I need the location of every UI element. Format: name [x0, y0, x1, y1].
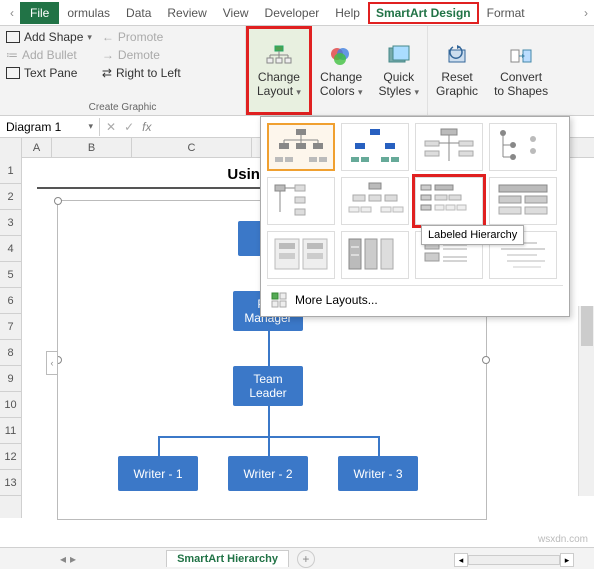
node-tl[interactable]: Team Leader: [233, 366, 303, 406]
col-B[interactable]: B: [52, 138, 132, 157]
connector: [158, 436, 160, 456]
quick-styles-button[interactable]: QuickStyles ▾: [370, 26, 427, 115]
group-create-graphic: Add Shape ▾ ≔Add Bullet Text Pane ←Promo…: [0, 26, 246, 115]
row-10[interactable]: 10: [0, 392, 21, 418]
row-5[interactable]: 5: [0, 262, 21, 288]
row-headers: 1 2 3 4 5 6 7 8 9 10 11 12 13: [0, 138, 22, 518]
ribbon: Add Shape ▾ ≔Add Bullet Text Pane ←Promo…: [0, 26, 594, 116]
layout-option-1[interactable]: [341, 123, 409, 171]
add-bullet-button: ≔Add Bullet: [6, 48, 92, 62]
tab-file[interactable]: File: [20, 2, 59, 24]
tab-format[interactable]: Format: [479, 2, 533, 24]
ribbon-tabs: ‹ File ormulas Data Review View Develope…: [0, 0, 594, 26]
sheet-tab-active[interactable]: SmartArt Hierarchy: [166, 550, 289, 567]
scroll-thumb[interactable]: [581, 306, 593, 346]
layout-option-3[interactable]: [489, 123, 557, 171]
row-1[interactable]: 1: [0, 158, 21, 184]
layout-option-8[interactable]: [267, 231, 335, 279]
rtl-icon: ⇄: [102, 66, 112, 80]
sheet-nav-left[interactable]: ◂: [60, 552, 66, 566]
node-w2[interactable]: Writer - 2: [228, 456, 308, 491]
layout-option-0[interactable]: [267, 123, 335, 171]
row-8[interactable]: 8: [0, 340, 21, 366]
row-2[interactable]: 2: [0, 184, 21, 210]
layout-option-2[interactable]: [415, 123, 483, 171]
enter-icon: ✓: [124, 120, 134, 134]
reset-graphic-button[interactable]: ResetGraphic: [428, 26, 486, 115]
layout-tooltip: Labeled Hierarchy: [421, 225, 524, 245]
layout-option-5[interactable]: [341, 177, 409, 225]
connector: [378, 436, 380, 456]
row-4[interactable]: 4: [0, 236, 21, 262]
row-7[interactable]: 7: [0, 314, 21, 340]
layout-option-4[interactable]: [267, 177, 335, 225]
tab-view[interactable]: View: [215, 2, 257, 24]
row-12[interactable]: 12: [0, 444, 21, 470]
tab-review[interactable]: Review: [159, 2, 214, 24]
text-pane-toggle[interactable]: ‹: [46, 351, 58, 375]
layout-option-6[interactable]: [415, 177, 483, 225]
tab-scroll-left[interactable]: ‹: [4, 6, 20, 20]
tab-developer[interactable]: Developer: [257, 2, 328, 24]
text-pane-button[interactable]: Text Pane: [6, 66, 92, 80]
group-label-create-graphic: Create Graphic: [6, 100, 239, 113]
change-colors-button[interactable]: ChangeColors ▾: [312, 26, 371, 115]
more-layouts-button[interactable]: More Layouts...: [267, 285, 563, 310]
row-11[interactable]: 11: [0, 418, 21, 444]
row-13[interactable]: 13: [0, 470, 21, 496]
watermark: wsxdn.com: [538, 534, 588, 545]
status-bar: ◂ ▸ SmartArt Hierarchy + ◂▸: [0, 547, 594, 569]
connector: [268, 331, 270, 366]
change-layout-button[interactable]: ChangeLayout ▾: [246, 26, 312, 115]
name-box[interactable]: Diagram 1▾: [0, 118, 100, 136]
layout-option-7[interactable]: [489, 177, 557, 225]
change-layout-icon: [265, 44, 293, 68]
connector: [268, 406, 270, 436]
convert-to-shapes-button[interactable]: Convertto Shapes: [486, 26, 556, 115]
tab-smartart-design[interactable]: SmartArt Design: [368, 2, 479, 24]
row-3[interactable]: 3: [0, 210, 21, 236]
right-to-left-button[interactable]: ⇄Right to Left: [102, 66, 181, 80]
add-sheet-button[interactable]: +: [297, 550, 315, 568]
vertical-scrollbar[interactable]: [578, 306, 594, 496]
quick-styles-icon: [385, 44, 413, 68]
convert-icon: [507, 44, 535, 68]
more-layouts-icon: [271, 292, 287, 308]
connector: [268, 436, 270, 456]
cancel-icon: ✕: [106, 120, 116, 134]
row-6[interactable]: 6: [0, 288, 21, 314]
promote-button: ←Promote: [102, 30, 181, 44]
add-shape-button[interactable]: Add Shape ▾: [6, 30, 92, 44]
col-A[interactable]: A: [22, 138, 52, 157]
fx-icon[interactable]: fx: [142, 120, 151, 134]
handle-tl[interactable]: [54, 197, 62, 205]
tab-formulas[interactable]: ormulas: [59, 2, 118, 24]
change-layout-dropdown: Labeled Hierarchy More Layouts...: [260, 116, 570, 317]
layout-option-9[interactable]: [341, 231, 409, 279]
reset-icon: [443, 44, 471, 68]
bullet-icon: ≔: [6, 48, 18, 62]
sheet-nav-right[interactable]: ▸: [70, 552, 76, 566]
horizontal-scrollbar[interactable]: ◂▸: [454, 553, 574, 567]
tab-data[interactable]: Data: [118, 2, 159, 24]
textpane-icon: [6, 67, 20, 79]
demote-button: →Demote: [102, 48, 181, 62]
node-w3[interactable]: Writer - 3: [338, 456, 418, 491]
change-colors-icon: [327, 44, 355, 68]
tab-help[interactable]: Help: [327, 2, 368, 24]
col-C[interactable]: C: [132, 138, 252, 157]
node-w1[interactable]: Writer - 1: [118, 456, 198, 491]
arrow-left-icon: ←: [102, 30, 114, 44]
tab-scroll-right[interactable]: ›: [578, 6, 594, 20]
shape-icon: [6, 31, 20, 43]
arrow-right-icon: →: [102, 48, 114, 62]
row-9[interactable]: 9: [0, 366, 21, 392]
handle-mr[interactable]: [482, 356, 490, 364]
